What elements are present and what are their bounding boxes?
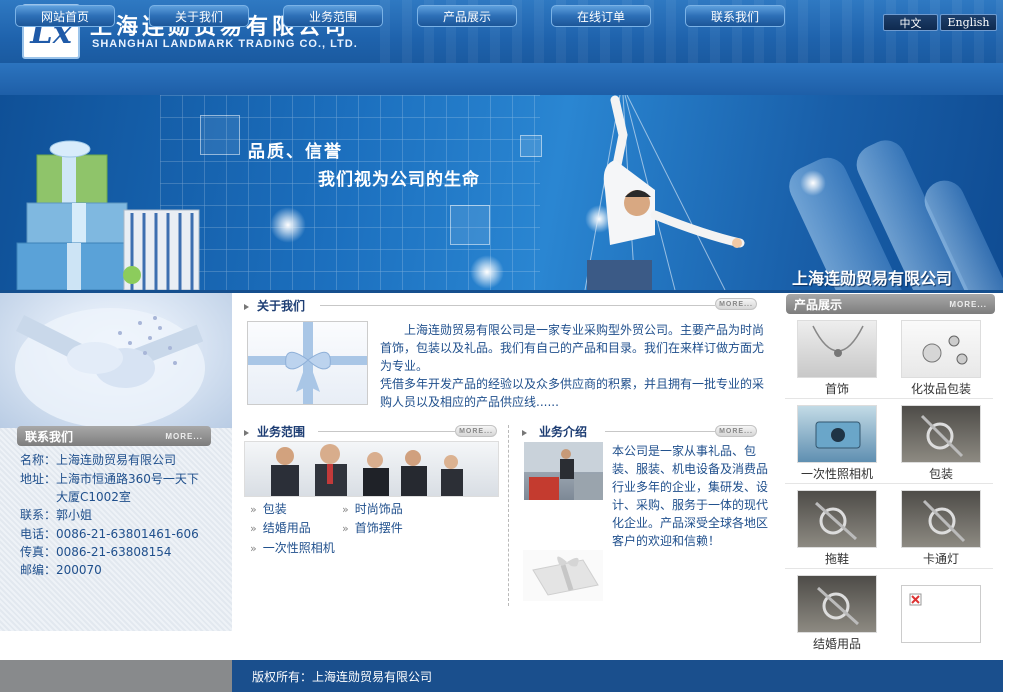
product-thumb	[901, 320, 981, 378]
product-thumb	[901, 405, 981, 463]
product-card-packaging[interactable]: 包装	[889, 399, 993, 484]
products-title: 产品展示	[794, 297, 843, 312]
contact-zip: 邮编：200070	[20, 563, 102, 577]
about-paragraph-1: 上海连勋贸易有限公司是一家专业采购型外贸公司。主要产品为时尚首饰，包装以及礼品。…	[380, 323, 765, 373]
nav-home[interactable]: 网站首页	[15, 5, 115, 27]
man-figure-image	[584, 95, 745, 290]
product-card-camera[interactable]: 一次性照相机	[785, 399, 889, 484]
product-thumb	[797, 320, 877, 378]
copyright-text: 版权所有：上海连勋贸易有限公司	[252, 669, 433, 684]
gift-boxes-image	[16, 140, 200, 290]
hero-banner: 品质、信誉 我们视为公司的生命 上海连勋贸易有限公司	[0, 95, 1003, 290]
banner-slogan-2: 我们视为公司的生命	[318, 170, 480, 190]
biz-item-camera[interactable]: » 一次性照相机	[250, 539, 335, 556]
product-card-empty[interactable]	[889, 569, 993, 654]
page-right-margin	[1003, 0, 1027, 692]
lang-chinese-button[interactable]: 中文	[883, 14, 938, 31]
business-title: 业务范围	[244, 423, 305, 440]
company-name-en: SHANGHAI LANDMARK TRADING CO., LTD.	[92, 38, 358, 50]
nav-products[interactable]: 产品展示	[417, 5, 517, 27]
intro-more-button[interactable]: MORE...	[715, 425, 757, 437]
gift-white-image	[523, 550, 603, 601]
business-people-image	[244, 441, 499, 497]
nav-business[interactable]: 业务范围	[283, 5, 383, 27]
product-thumb	[797, 490, 877, 548]
product-caption: 化妆品包装	[910, 382, 971, 396]
biz-item-fashion[interactable]: » 时尚饰品	[342, 500, 403, 517]
contact-title-bar: 联系我们 MORE...	[17, 426, 211, 446]
products-title-bar: 产品展示 MORE...	[786, 294, 995, 314]
product-caption: 首饰	[824, 382, 849, 396]
product-card-wedding[interactable]: 结婚用品	[785, 569, 889, 654]
product-thumb	[797, 405, 877, 463]
biz-item-jewelry-display[interactable]: » 首饰摆件	[342, 519, 403, 536]
product-card-cartoon-lamp[interactable]: 卡通灯	[889, 484, 993, 569]
broken-image-icon	[901, 585, 981, 643]
contact-title: 联系我们	[25, 429, 74, 444]
footer: 版权所有：上海连勋贸易有限公司	[232, 660, 1003, 692]
about-paragraph-2: 凭借多年开发产品的经验以及众多供应商的积累，并且拥有一批专业的采购人员以及相应的…	[380, 377, 765, 409]
contact-phone: 电话：0086-21-63801461-606	[20, 527, 199, 541]
product-caption: 包装	[928, 467, 953, 481]
nav-about[interactable]: 关于我们	[149, 5, 249, 27]
biz-item-packaging[interactable]: » 包装	[250, 500, 287, 517]
gift-bow-photo	[0, 293, 232, 428]
product-caption: 卡通灯	[922, 552, 959, 566]
product-caption: 拖鞋	[824, 552, 849, 566]
product-thumb	[901, 490, 981, 548]
about-text: 上海连勋贸易有限公司是一家专业采购型外贸公司。主要产品为时尚首饰，包装以及礼品。…	[380, 321, 772, 411]
intro-title: 业务介绍	[522, 423, 587, 440]
nav-contact[interactable]: 联系我们	[685, 5, 785, 27]
biz-item-wedding[interactable]: » 结婚用品	[250, 519, 311, 536]
office-image	[524, 442, 603, 500]
nav-order[interactable]: 在线订单	[551, 5, 651, 27]
product-card-jewelry[interactable]: 首饰	[785, 314, 889, 399]
contact-name: 名称：上海连勋贸易有限公司	[20, 453, 177, 467]
product-card-cosmetic-packaging[interactable]: 化妆品包装	[889, 314, 993, 399]
product-caption: 结婚用品	[812, 637, 861, 651]
contact-address: 地址：上海市恒通路360号一天下	[20, 472, 199, 486]
contact-fax: 传真：0086-21-63808154	[20, 545, 172, 559]
banner-company-name: 上海连勋贸易有限公司	[792, 269, 953, 288]
contact-address-2: 大厦C1002室	[20, 490, 131, 504]
business-more-button[interactable]: MORE...	[455, 425, 497, 437]
contact-more-link[interactable]: MORE...	[165, 432, 203, 441]
contact-person: 联系：郭小姐	[20, 508, 93, 522]
about-ribbon-image	[247, 321, 368, 405]
banner-slogan-1: 品质、信誉	[248, 142, 343, 162]
main-nav	[0, 63, 1027, 95]
product-card-slippers[interactable]: 拖鞋	[785, 484, 889, 569]
about-title: 关于我们	[244, 297, 305, 314]
product-caption: 一次性照相机	[800, 467, 873, 481]
lang-english-button[interactable]: English	[940, 14, 997, 31]
product-thumb	[797, 575, 877, 633]
intro-text: 本公司是一家从事礼品、包装、服装、机电设备及消费品行业多年的企业，集研发、设计、…	[612, 444, 769, 548]
products-more-link[interactable]: MORE...	[949, 300, 987, 309]
footer-left-block	[0, 660, 232, 692]
column-divider	[508, 425, 509, 606]
about-more-button[interactable]: MORE...	[715, 298, 757, 310]
